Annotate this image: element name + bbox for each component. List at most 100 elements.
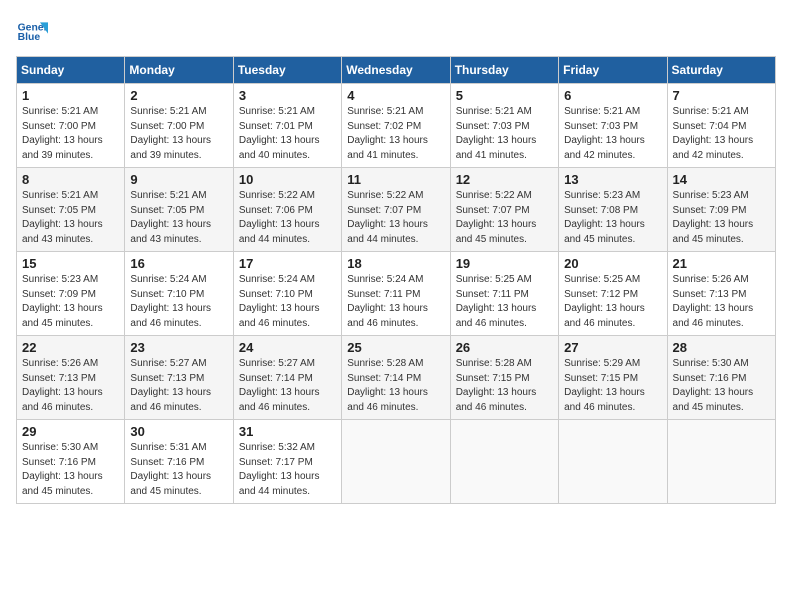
day-number: 19	[456, 256, 553, 271]
calendar-cell: 5 Sunrise: 5:21 AMSunset: 7:03 PMDayligh…	[450, 84, 558, 168]
cell-info: Sunrise: 5:23 AMSunset: 7:09 PMDaylight:…	[22, 274, 103, 329]
cell-info: Sunrise: 5:24 AMSunset: 7:11 PMDaylight:…	[347, 274, 428, 329]
day-number: 25	[347, 340, 444, 355]
calendar-header-saturday: Saturday	[667, 57, 775, 84]
day-number: 29	[22, 424, 119, 439]
day-number: 8	[22, 172, 119, 187]
day-number: 27	[564, 340, 661, 355]
cell-info: Sunrise: 5:21 AMSunset: 7:01 PMDaylight:…	[239, 106, 320, 161]
day-number: 14	[673, 172, 770, 187]
day-number: 12	[456, 172, 553, 187]
calendar-week-1: 1 Sunrise: 5:21 AMSunset: 7:00 PMDayligh…	[17, 84, 776, 168]
cell-info: Sunrise: 5:29 AMSunset: 7:15 PMDaylight:…	[564, 358, 645, 413]
cell-info: Sunrise: 5:26 AMSunset: 7:13 PMDaylight:…	[673, 274, 754, 329]
cell-info: Sunrise: 5:23 AMSunset: 7:09 PMDaylight:…	[673, 190, 754, 245]
cell-info: Sunrise: 5:25 AMSunset: 7:12 PMDaylight:…	[564, 274, 645, 329]
calendar-cell	[450, 420, 558, 504]
cell-info: Sunrise: 5:22 AMSunset: 7:07 PMDaylight:…	[456, 190, 537, 245]
page-header: General Blue	[16, 16, 776, 48]
cell-info: Sunrise: 5:21 AMSunset: 7:05 PMDaylight:…	[130, 190, 211, 245]
cell-info: Sunrise: 5:26 AMSunset: 7:13 PMDaylight:…	[22, 358, 103, 413]
calendar-body: 1 Sunrise: 5:21 AMSunset: 7:00 PMDayligh…	[17, 84, 776, 504]
day-number: 6	[564, 88, 661, 103]
day-number: 22	[22, 340, 119, 355]
cell-info: Sunrise: 5:31 AMSunset: 7:16 PMDaylight:…	[130, 442, 211, 497]
cell-info: Sunrise: 5:30 AMSunset: 7:16 PMDaylight:…	[22, 442, 103, 497]
calendar-cell: 26 Sunrise: 5:28 AMSunset: 7:15 PMDaylig…	[450, 336, 558, 420]
calendar-cell: 22 Sunrise: 5:26 AMSunset: 7:13 PMDaylig…	[17, 336, 125, 420]
cell-info: Sunrise: 5:21 AMSunset: 7:03 PMDaylight:…	[456, 106, 537, 161]
calendar-cell: 21 Sunrise: 5:26 AMSunset: 7:13 PMDaylig…	[667, 252, 775, 336]
day-number: 18	[347, 256, 444, 271]
cell-info: Sunrise: 5:21 AMSunset: 7:05 PMDaylight:…	[22, 190, 103, 245]
calendar-cell	[342, 420, 450, 504]
calendar-cell: 18 Sunrise: 5:24 AMSunset: 7:11 PMDaylig…	[342, 252, 450, 336]
day-number: 7	[673, 88, 770, 103]
calendar-cell: 13 Sunrise: 5:23 AMSunset: 7:08 PMDaylig…	[559, 168, 667, 252]
day-number: 9	[130, 172, 227, 187]
day-number: 4	[347, 88, 444, 103]
cell-info: Sunrise: 5:21 AMSunset: 7:03 PMDaylight:…	[564, 106, 645, 161]
calendar-cell: 1 Sunrise: 5:21 AMSunset: 7:00 PMDayligh…	[17, 84, 125, 168]
day-number: 17	[239, 256, 336, 271]
calendar-header-wednesday: Wednesday	[342, 57, 450, 84]
calendar-cell: 20 Sunrise: 5:25 AMSunset: 7:12 PMDaylig…	[559, 252, 667, 336]
day-number: 28	[673, 340, 770, 355]
calendar-cell: 8 Sunrise: 5:21 AMSunset: 7:05 PMDayligh…	[17, 168, 125, 252]
cell-info: Sunrise: 5:28 AMSunset: 7:14 PMDaylight:…	[347, 358, 428, 413]
day-number: 20	[564, 256, 661, 271]
logo-icon: General Blue	[16, 16, 48, 48]
calendar-cell: 4 Sunrise: 5:21 AMSunset: 7:02 PMDayligh…	[342, 84, 450, 168]
cell-info: Sunrise: 5:28 AMSunset: 7:15 PMDaylight:…	[456, 358, 537, 413]
calendar-week-4: 22 Sunrise: 5:26 AMSunset: 7:13 PMDaylig…	[17, 336, 776, 420]
calendar-cell: 31 Sunrise: 5:32 AMSunset: 7:17 PMDaylig…	[233, 420, 341, 504]
calendar-cell	[559, 420, 667, 504]
day-number: 10	[239, 172, 336, 187]
day-number: 31	[239, 424, 336, 439]
day-number: 16	[130, 256, 227, 271]
calendar-header-friday: Friday	[559, 57, 667, 84]
cell-info: Sunrise: 5:32 AMSunset: 7:17 PMDaylight:…	[239, 442, 320, 497]
cell-info: Sunrise: 5:21 AMSunset: 7:04 PMDaylight:…	[673, 106, 754, 161]
calendar-cell: 23 Sunrise: 5:27 AMSunset: 7:13 PMDaylig…	[125, 336, 233, 420]
calendar-cell: 11 Sunrise: 5:22 AMSunset: 7:07 PMDaylig…	[342, 168, 450, 252]
day-number: 5	[456, 88, 553, 103]
calendar-header-tuesday: Tuesday	[233, 57, 341, 84]
calendar-cell: 19 Sunrise: 5:25 AMSunset: 7:11 PMDaylig…	[450, 252, 558, 336]
calendar-cell: 9 Sunrise: 5:21 AMSunset: 7:05 PMDayligh…	[125, 168, 233, 252]
cell-info: Sunrise: 5:24 AMSunset: 7:10 PMDaylight:…	[130, 274, 211, 329]
calendar-week-2: 8 Sunrise: 5:21 AMSunset: 7:05 PMDayligh…	[17, 168, 776, 252]
calendar-header-row: SundayMondayTuesdayWednesdayThursdayFrid…	[17, 57, 776, 84]
calendar-cell: 17 Sunrise: 5:24 AMSunset: 7:10 PMDaylig…	[233, 252, 341, 336]
svg-text:Blue: Blue	[18, 32, 41, 43]
calendar-header-thursday: Thursday	[450, 57, 558, 84]
calendar-cell: 14 Sunrise: 5:23 AMSunset: 7:09 PMDaylig…	[667, 168, 775, 252]
calendar-cell: 29 Sunrise: 5:30 AMSunset: 7:16 PMDaylig…	[17, 420, 125, 504]
day-number: 24	[239, 340, 336, 355]
calendar-cell: 3 Sunrise: 5:21 AMSunset: 7:01 PMDayligh…	[233, 84, 341, 168]
cell-info: Sunrise: 5:22 AMSunset: 7:07 PMDaylight:…	[347, 190, 428, 245]
cell-info: Sunrise: 5:21 AMSunset: 7:02 PMDaylight:…	[347, 106, 428, 161]
cell-info: Sunrise: 5:23 AMSunset: 7:08 PMDaylight:…	[564, 190, 645, 245]
calendar-cell: 16 Sunrise: 5:24 AMSunset: 7:10 PMDaylig…	[125, 252, 233, 336]
day-number: 15	[22, 256, 119, 271]
calendar-cell: 12 Sunrise: 5:22 AMSunset: 7:07 PMDaylig…	[450, 168, 558, 252]
day-number: 2	[130, 88, 227, 103]
day-number: 1	[22, 88, 119, 103]
cell-info: Sunrise: 5:21 AMSunset: 7:00 PMDaylight:…	[130, 106, 211, 161]
calendar-cell: 7 Sunrise: 5:21 AMSunset: 7:04 PMDayligh…	[667, 84, 775, 168]
cell-info: Sunrise: 5:25 AMSunset: 7:11 PMDaylight:…	[456, 274, 537, 329]
cell-info: Sunrise: 5:30 AMSunset: 7:16 PMDaylight:…	[673, 358, 754, 413]
calendar-table: SundayMondayTuesdayWednesdayThursdayFrid…	[16, 56, 776, 504]
calendar-cell: 15 Sunrise: 5:23 AMSunset: 7:09 PMDaylig…	[17, 252, 125, 336]
calendar-cell: 24 Sunrise: 5:27 AMSunset: 7:14 PMDaylig…	[233, 336, 341, 420]
calendar-week-5: 29 Sunrise: 5:30 AMSunset: 7:16 PMDaylig…	[17, 420, 776, 504]
cell-info: Sunrise: 5:27 AMSunset: 7:14 PMDaylight:…	[239, 358, 320, 413]
day-number: 13	[564, 172, 661, 187]
calendar-header-sunday: Sunday	[17, 57, 125, 84]
cell-info: Sunrise: 5:21 AMSunset: 7:00 PMDaylight:…	[22, 106, 103, 161]
day-number: 11	[347, 172, 444, 187]
calendar-week-3: 15 Sunrise: 5:23 AMSunset: 7:09 PMDaylig…	[17, 252, 776, 336]
day-number: 3	[239, 88, 336, 103]
calendar-cell: 10 Sunrise: 5:22 AMSunset: 7:06 PMDaylig…	[233, 168, 341, 252]
